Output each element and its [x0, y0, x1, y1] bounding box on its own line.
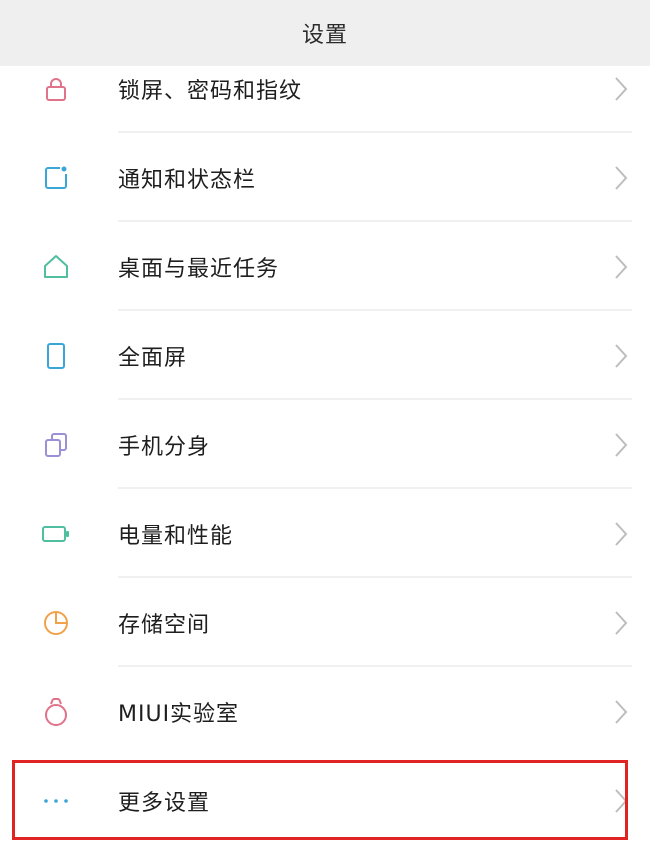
settings-item-full-screen[interactable]: 全面屏	[0, 311, 650, 400]
settings-item-label: 桌面与最近任务	[118, 256, 280, 282]
settings-item-label: 锁屏、密码和指纹	[118, 78, 303, 104]
lab-flask-icon	[41, 697, 71, 727]
settings-item-storage[interactable]: 存储空间	[0, 578, 650, 667]
notification-icon	[41, 163, 71, 193]
settings-item-battery[interactable]: 电量和性能	[0, 489, 650, 578]
more-dots-icon	[41, 786, 71, 816]
settings-item-more-settings[interactable]: 更多设置	[0, 756, 650, 845]
chevron-right-icon	[614, 76, 628, 102]
chevron-right-icon	[614, 254, 628, 280]
settings-item-label: 电量和性能	[118, 523, 234, 549]
battery-icon	[41, 519, 71, 549]
chevron-right-icon	[614, 521, 628, 547]
settings-item-label: 通知和状态栏	[118, 167, 257, 193]
home-icon	[41, 252, 71, 282]
settings-item-home-screen[interactable]: 桌面与最近任务	[0, 222, 650, 311]
chevron-right-icon	[614, 432, 628, 458]
settings-list: 锁屏、密码和指纹 通知和状态栏 桌面与最近任务 全面屏 手机分身 电量和性能 存…	[0, 44, 650, 845]
settings-item-label: 存储空间	[118, 612, 211, 638]
chevron-right-icon	[614, 610, 628, 636]
settings-item-label: 手机分身	[118, 434, 211, 460]
settings-item-dual-space[interactable]: 手机分身	[0, 400, 650, 489]
settings-item-label: 更多设置	[118, 790, 211, 816]
storage-pie-icon	[41, 608, 71, 638]
chevron-right-icon	[614, 165, 628, 191]
page-title: 设置	[301, 23, 348, 48]
settings-item-label: MIUI实验室	[118, 701, 240, 727]
chevron-right-icon	[614, 788, 628, 814]
chevron-right-icon	[614, 699, 628, 725]
settings-item-label: 全面屏	[118, 345, 188, 371]
chevron-right-icon	[614, 343, 628, 369]
fullscreen-phone-icon	[41, 341, 71, 371]
settings-item-notifications[interactable]: 通知和状态栏	[0, 133, 650, 222]
dual-space-icon	[41, 430, 71, 460]
title-bar: 设置	[0, 0, 650, 66]
settings-screen: 锁屏、密码和指纹 通知和状态栏 桌面与最近任务 全面屏 手机分身 电量和性能 存…	[0, 0, 650, 860]
settings-item-miui-lab[interactable]: MIUI实验室	[0, 667, 650, 756]
lock-icon	[41, 74, 71, 104]
